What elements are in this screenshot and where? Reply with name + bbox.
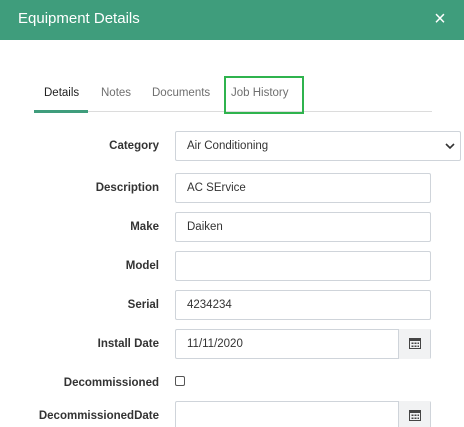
- category-select[interactable]: Air Conditioning: [175, 131, 461, 161]
- make-input[interactable]: Daiken: [175, 212, 431, 242]
- job-history-highlight: [224, 76, 304, 114]
- install-date-label: Install Date: [97, 338, 159, 350]
- make-label: Make: [130, 221, 159, 233]
- model-input[interactable]: [175, 251, 431, 281]
- description-row: Description AC SErvice: [0, 173, 464, 203]
- install-date-value: 11/11/2020: [187, 338, 243, 350]
- close-icon[interactable]: ×: [432, 9, 448, 29]
- install-date-row: Install Date 11/11/2020: [0, 329, 464, 359]
- tab-documents-label: Documents: [152, 87, 211, 99]
- decommissioned-date-label: DecommissionedDate: [38, 410, 159, 422]
- category-label: Category: [109, 140, 159, 152]
- chevron-down-icon: [445, 143, 455, 150]
- serial-row: Serial 4234234: [0, 290, 464, 320]
- category-value: Air Conditioning: [187, 140, 269, 152]
- active-tab-indicator: [34, 110, 88, 113]
- decommissioned-checkbox[interactable]: [175, 376, 185, 386]
- decommissioned-label: Decommissioned: [63, 377, 159, 389]
- tab-documents[interactable]: Documents: [152, 78, 210, 111]
- model-row: Model: [0, 251, 464, 281]
- tab-details-label: Details: [44, 87, 80, 99]
- calendar-icon: [409, 338, 421, 349]
- category-row: Category Air Conditioning: [0, 131, 464, 161]
- serial-input[interactable]: 4234234: [175, 290, 431, 320]
- tab-notes[interactable]: Notes: [101, 78, 131, 111]
- description-label: Description: [95, 182, 159, 194]
- decommissioned-row: Decommissioned: [0, 368, 464, 398]
- install-date-input[interactable]: 11/11/2020: [175, 329, 431, 359]
- tab-notes-label: Notes: [101, 87, 132, 99]
- modal-header: Equipment Details ×: [0, 0, 464, 40]
- decommissioned-date-row: DecommissionedDate: [0, 401, 464, 427]
- install-date-picker-button[interactable]: [398, 329, 430, 359]
- decommissioned-date-picker-button[interactable]: [398, 401, 430, 427]
- serial-label: Serial: [127, 299, 159, 311]
- model-label: Model: [125, 260, 159, 272]
- decommissioned-date-input[interactable]: [175, 401, 431, 427]
- make-row: Make Daiken: [0, 212, 464, 242]
- modal-title: Equipment Details: [18, 10, 140, 27]
- tab-details[interactable]: Details: [44, 78, 79, 111]
- description-input[interactable]: AC SErvice: [175, 173, 431, 203]
- calendar-icon: [409, 410, 421, 421]
